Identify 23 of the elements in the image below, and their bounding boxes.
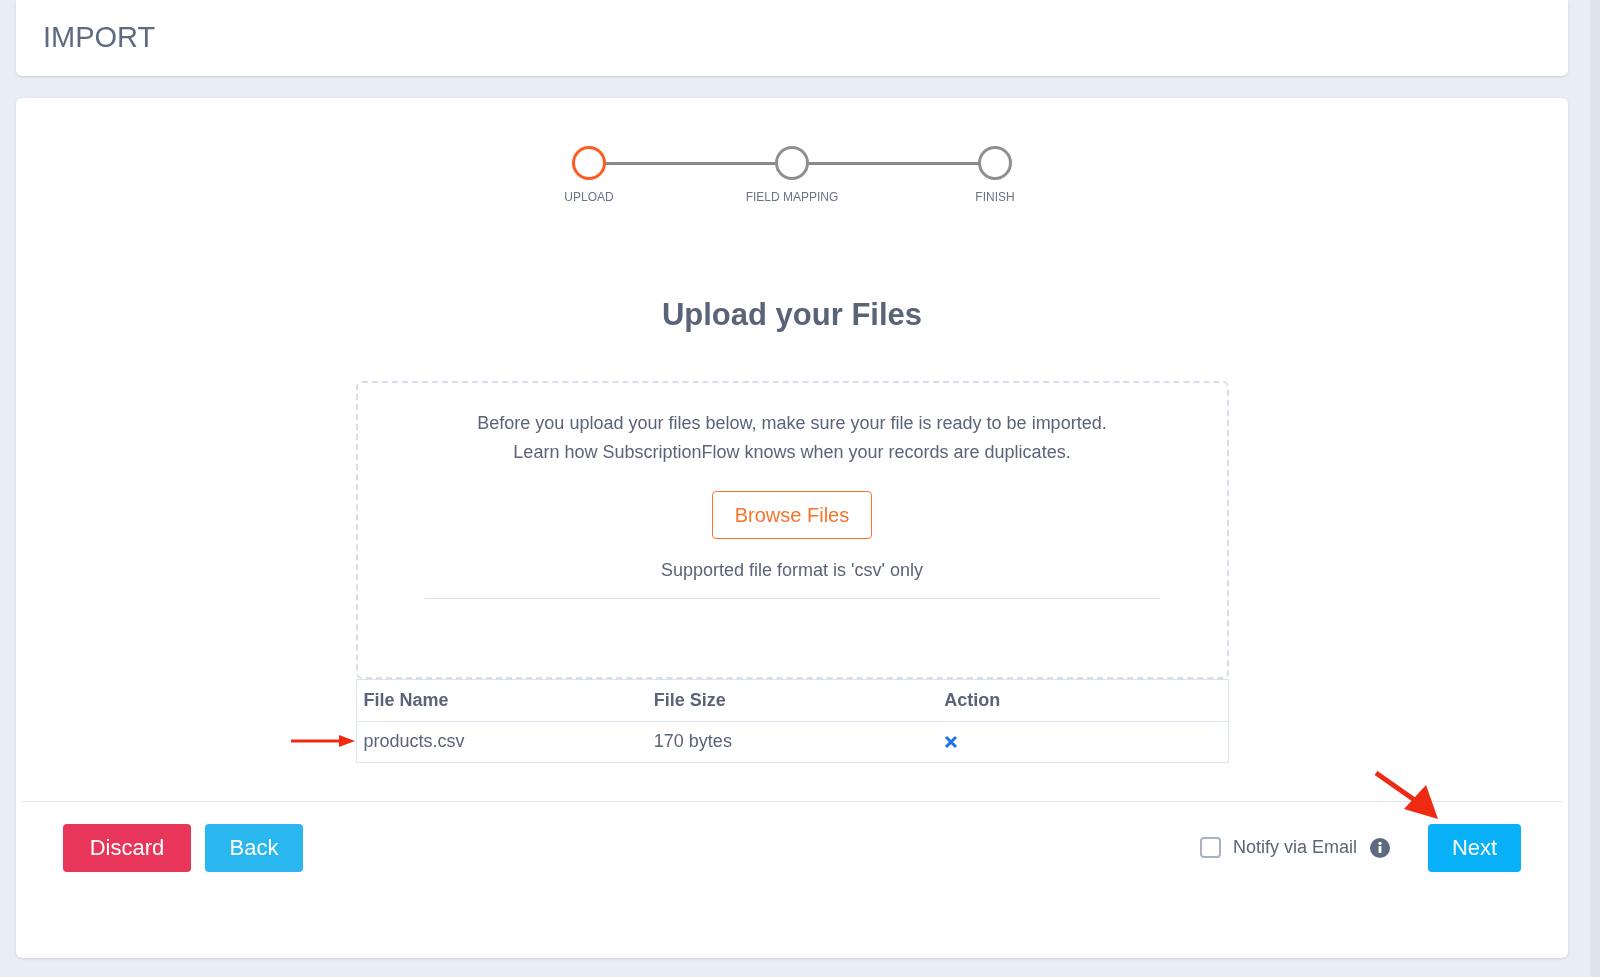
column-header: File Name bbox=[362, 688, 450, 712]
notify-label: Notify via Email bbox=[1232, 836, 1357, 859]
back-button[interactable]: Back bbox=[205, 823, 303, 872]
annotation-arrow bbox=[1374, 771, 1438, 819]
step-label: FIELD MAPPING bbox=[745, 189, 839, 206]
column-header: Action bbox=[943, 688, 1002, 712]
table-cell-text: products.csv bbox=[362, 730, 466, 753]
page-title: IMPORT bbox=[43, 20, 156, 56]
instruction-text: Learn how SubscriptionFlow knows when your records are duplicates. bbox=[513, 440, 1071, 464]
table-cell-text: 170 bytes bbox=[652, 730, 733, 753]
upload-heading: Upload your Files bbox=[661, 296, 923, 334]
notify-checkbox[interactable] bbox=[1199, 837, 1221, 858]
info-icon[interactable] bbox=[1370, 837, 1390, 858]
format-note: Supported file format is 'csv' only bbox=[661, 558, 923, 582]
column-header: File Size bbox=[652, 688, 727, 712]
discard-button[interactable]: Discard bbox=[63, 823, 191, 872]
next-button[interactable]: Next bbox=[1428, 823, 1521, 872]
instruction-text: Before you upload your files below, make sure your file is ready to be imported. bbox=[477, 411, 1107, 435]
step-label: UPLOAD bbox=[564, 189, 614, 206]
browse-files-button[interactable]: Browse Files bbox=[711, 490, 873, 539]
step-label: FINISH bbox=[975, 189, 1015, 206]
delete-icon[interactable] bbox=[944, 734, 959, 749]
annotation-arrow bbox=[290, 733, 355, 748]
